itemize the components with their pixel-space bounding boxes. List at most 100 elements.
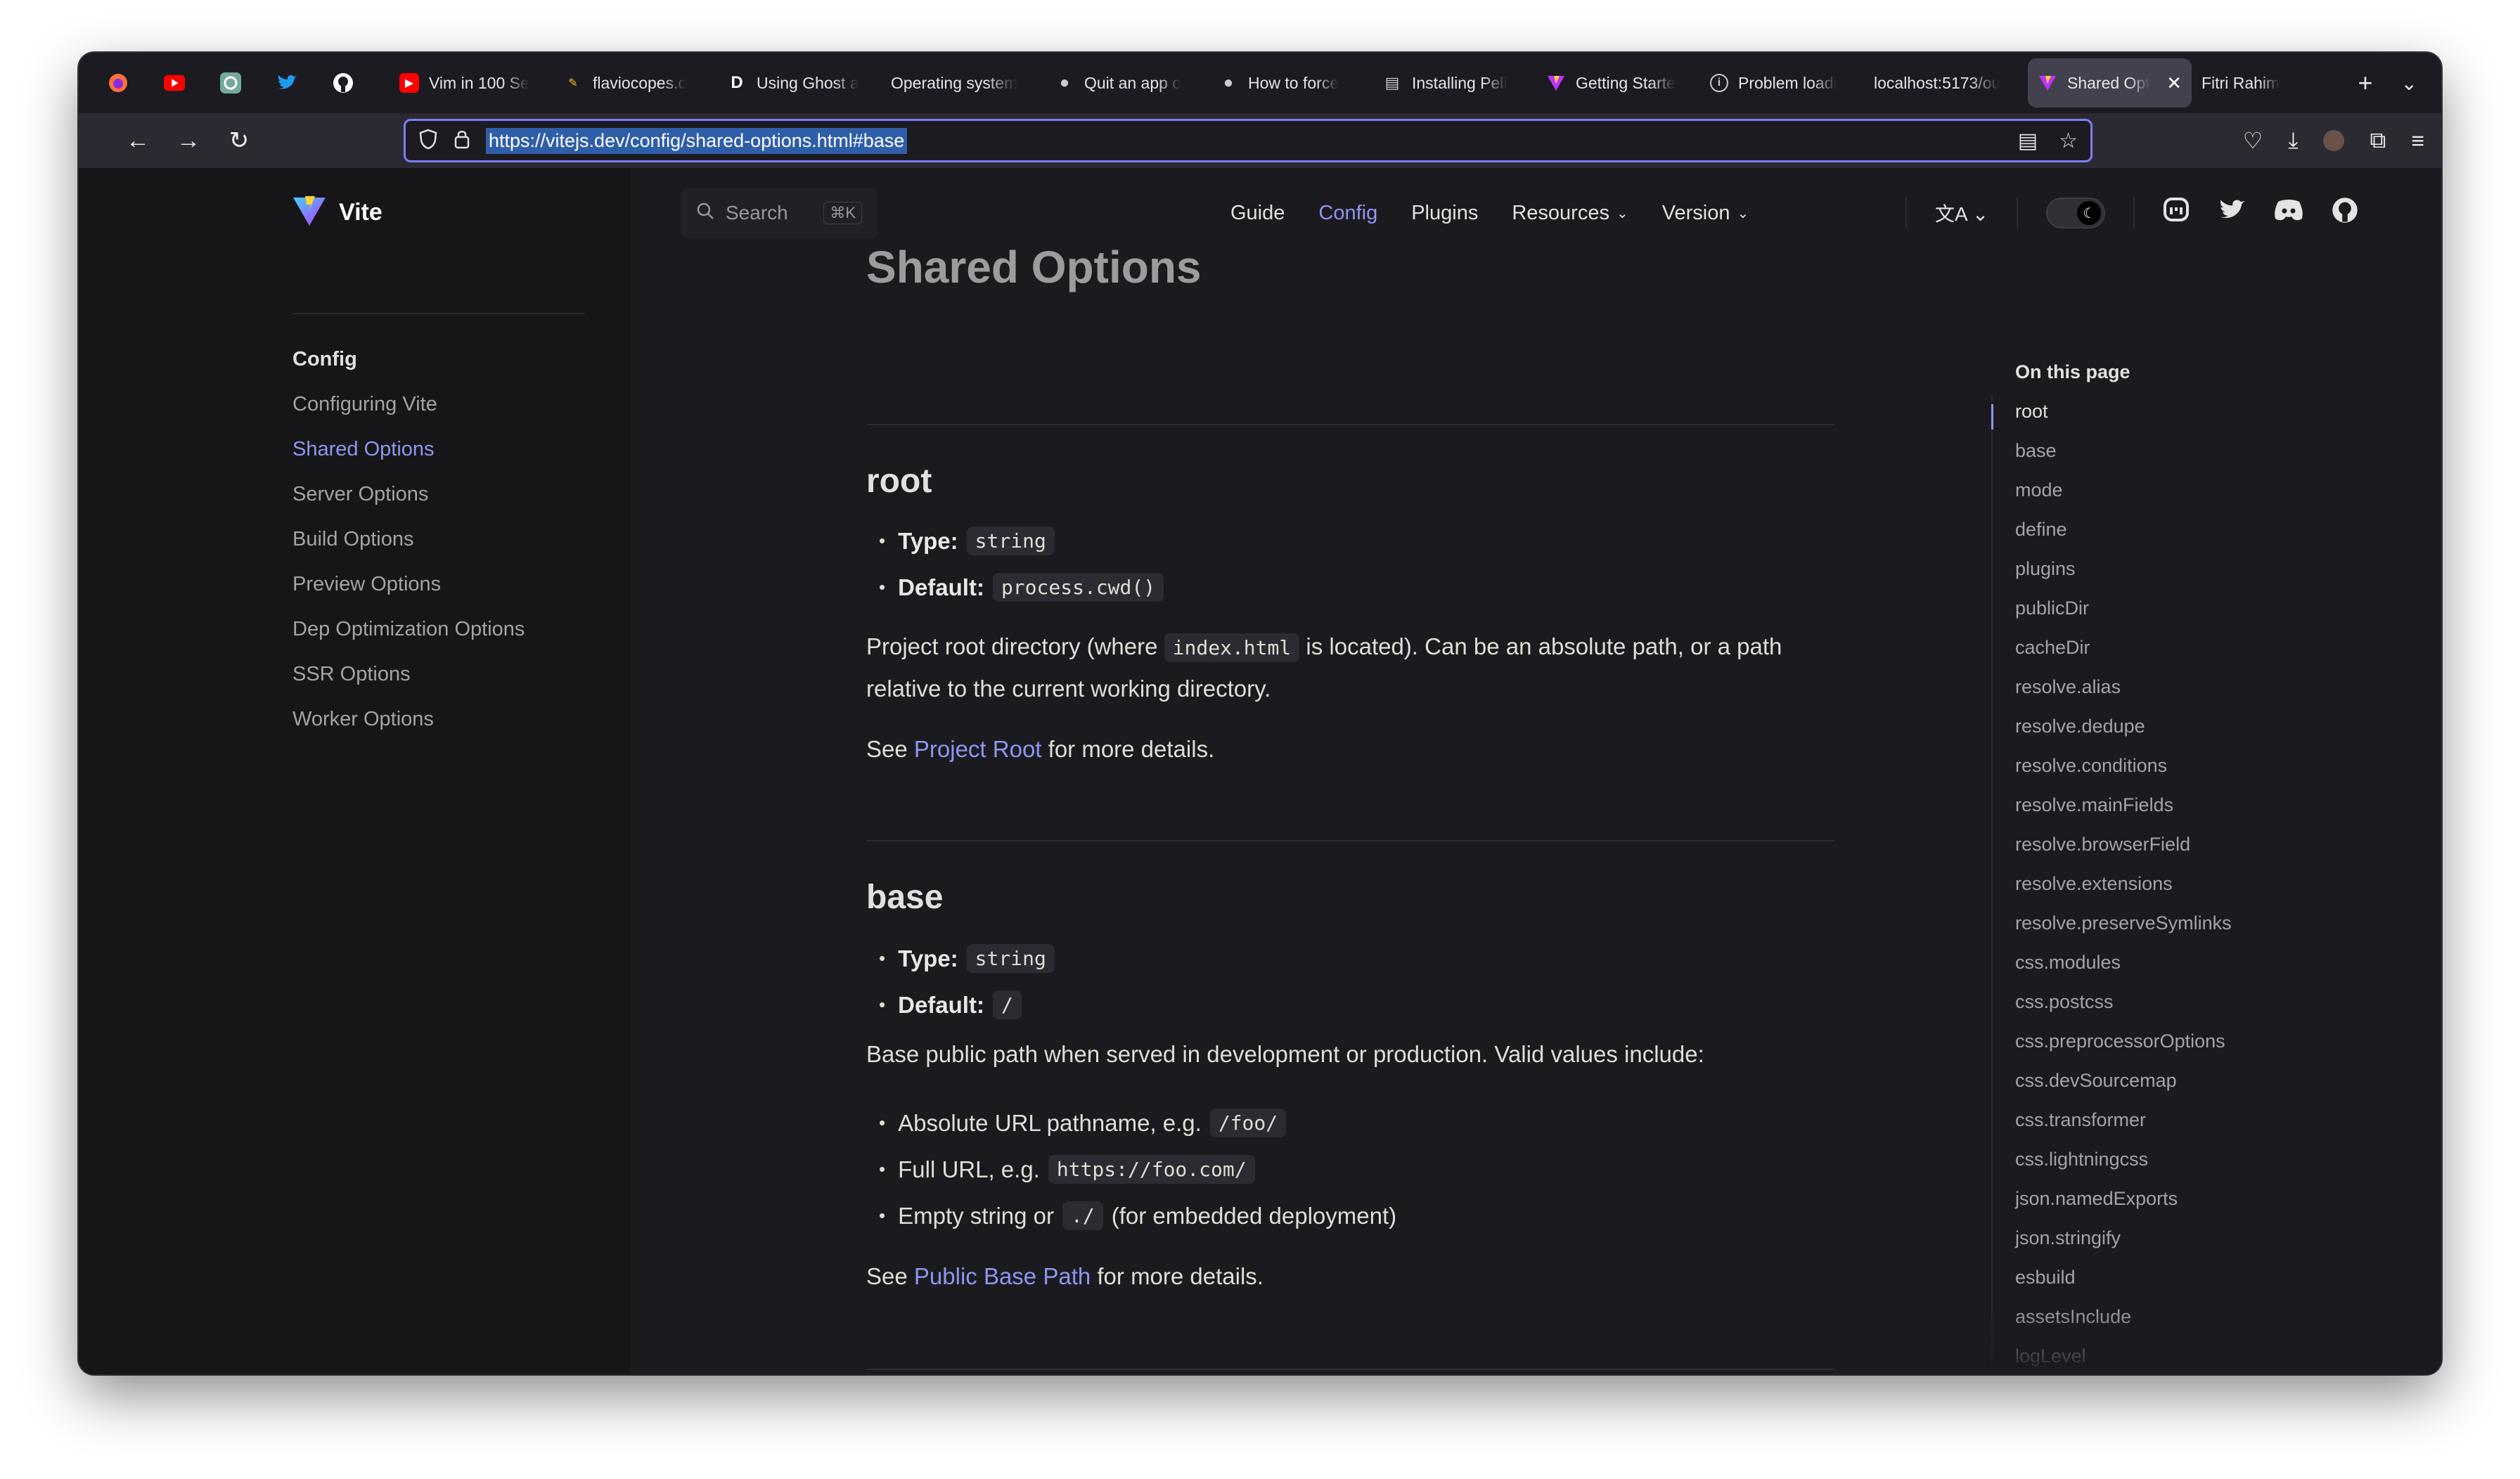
pinned-tab-youtube[interactable] (146, 53, 202, 113)
option-text: Full URL, e.g. (898, 1156, 1040, 1182)
close-tab-icon[interactable]: ✕ (2166, 72, 2182, 94)
sidebar-item-configuring-vite[interactable]: Configuring Vite (292, 382, 525, 427)
url-text[interactable]: https://vitejs.dev/config/shared-options… (486, 127, 908, 154)
reader-view-icon[interactable]: ▤ (2018, 129, 2038, 153)
bookmark-star-icon[interactable]: ☆ (2059, 129, 2078, 153)
vite-icon (1546, 73, 1566, 93)
sidebar-item-preview-options[interactable]: Preview Options (292, 562, 525, 607)
sidebar-item-shared-options[interactable]: Shared Options (292, 427, 525, 472)
outline-entry-cachedir[interactable]: cacheDir (1991, 628, 2287, 667)
tab-ghost[interactable]: D Using Ghost a (717, 58, 881, 108)
sidebar-item-ssr-options[interactable]: SSR Options (292, 652, 525, 697)
appearance-toggle[interactable]: ☾ (2046, 198, 2106, 228)
github-icon[interactable] (2332, 197, 2358, 230)
tracking-protection-icon[interactable] (418, 129, 438, 153)
tab-operating-system[interactable]: Operating system (881, 58, 1045, 108)
option-post: (for embedded deployment) (1111, 1202, 1397, 1229)
public-base-path-link[interactable]: Public Base Path (914, 1263, 1091, 1289)
extensions-icon[interactable]: ⧉ (2370, 127, 2386, 154)
back-icon[interactable]: ← (112, 115, 163, 166)
outline-entry-css-preprocessoroptions[interactable]: css.preprocessorOptions (1991, 1021, 2287, 1061)
outline-entry-mode[interactable]: mode (1991, 470, 2287, 510)
tab-force-quit[interactable]: ● How to force (1209, 58, 1372, 108)
tab-getting-started[interactable]: Getting Starte (1536, 58, 1700, 108)
tab-shared-options[interactable]: Shared Opt ✕ (2028, 58, 2192, 108)
outline-entry-esbuild[interactable]: esbuild (1991, 1258, 2287, 1297)
base-option-empty: • Empty string or ./ (for embedded deplo… (879, 1201, 1396, 1230)
outline-entry-resolve-conditions[interactable]: resolve.conditions (1991, 746, 2287, 785)
outline-entry-css-postcss[interactable]: css.postcss (1991, 982, 2287, 1021)
outline-entry-resolve-mainfields[interactable]: resolve.mainFields (1991, 785, 2287, 825)
discord-icon[interactable] (2274, 199, 2303, 228)
sidebar-group-title: Config (292, 348, 357, 370)
site-brand[interactable]: Vite (292, 195, 382, 231)
pinned-tab-chatgpt[interactable] (202, 53, 259, 113)
option-code: ./ (1062, 1201, 1103, 1230)
sidebar-item-worker-options[interactable]: Worker Options (292, 697, 525, 742)
tab-flaviocopes[interactable]: ✎ flaviocopes.c (553, 58, 717, 108)
root-see-also: See Project Root for more details. (866, 729, 1834, 770)
default-label: Default: (898, 574, 984, 600)
twitter-icon[interactable] (2218, 198, 2246, 228)
outline-entry-plugins[interactable]: plugins (1991, 549, 2287, 588)
tab-fitri-rahim[interactable]: Fitri Rahim (2192, 58, 2355, 108)
lock-icon[interactable] (454, 129, 470, 153)
outline-entry-base[interactable]: base (1991, 431, 2287, 470)
pinned-tab-twitter[interactable] (259, 53, 315, 113)
tab-label: Problem loadi (1738, 73, 1837, 92)
section-divider (866, 840, 1834, 841)
outline-entry-resolve-dedupe[interactable]: resolve.dedupe (1991, 706, 2287, 746)
reload-icon[interactable]: ↻ (214, 115, 264, 166)
nav-extra: 文A ⌄ ☾ (1905, 168, 2358, 258)
sidebar-item-dep-optimization-options[interactable]: Dep Optimization Options (292, 607, 525, 652)
youtube-icon: ▶ (399, 73, 419, 93)
list-all-tabs-icon[interactable]: ⌄ (2401, 72, 2417, 95)
url-bar[interactable]: https://vitejs.dev/config/shared-options… (404, 119, 2092, 162)
new-tab-icon[interactable]: + (2358, 68, 2373, 98)
outline-entry-css-transformer[interactable]: css.transformer (1991, 1100, 2287, 1139)
outline-entry-css-devsourcemap[interactable]: css.devSourcemap (1991, 1061, 2287, 1100)
outline-entry-css-modules[interactable]: css.modules (1991, 943, 2287, 982)
tab-vim[interactable]: ▶ Vim in 100 Se (390, 58, 553, 108)
bullet: • (879, 1158, 886, 1180)
see-pre: See (866, 736, 914, 762)
tab-label: Quit an app o (1084, 73, 1182, 92)
tab-quit-app[interactable]: ● Quit an app o (1045, 58, 1209, 108)
project-root-link[interactable]: Project Root (914, 736, 1042, 762)
tab-installing-pelican[interactable]: ▤ Installing Peli (1372, 58, 1536, 108)
forward-icon[interactable]: → (163, 115, 214, 166)
outline-entry-define[interactable]: define (1991, 510, 2287, 549)
translate-icon[interactable]: 文A ⌄ (1935, 199, 1988, 227)
chatgpt-icon (220, 72, 241, 93)
tab-problem-loading[interactable]: i Problem loadi (1700, 58, 1864, 108)
pinned-tab-firefox[interactable] (90, 53, 146, 113)
pinned-tab-github[interactable] (315, 53, 371, 113)
mastodon-icon[interactable] (2163, 197, 2190, 230)
see-post: for more details. (1041, 736, 1215, 762)
tab-localhost[interactable]: localhost:5173/ou (1864, 58, 2028, 108)
pocket-icon[interactable]: ♡ (2243, 127, 2263, 154)
outline-entry-resolve-extensions[interactable]: resolve.extensions (1991, 864, 2287, 903)
root-desc-code: index.html (1164, 633, 1300, 662)
apple-icon: ● (1059, 73, 1070, 92)
search-button[interactable]: Search ⌘K (681, 188, 878, 238)
outline-entry-json-stringify[interactable]: json.stringify (1991, 1218, 2287, 1258)
sidebar-item-build-options[interactable]: Build Options (292, 517, 525, 562)
sidebar-item-server-options[interactable]: Server Options (292, 472, 525, 517)
outline-entry-publicdir[interactable]: publicDir (1991, 588, 2287, 628)
menu-icon[interactable]: ≡ (2411, 128, 2424, 154)
bullet: • (879, 1205, 886, 1226)
outline-entry-css-lightningcss[interactable]: css.lightningcss (1991, 1139, 2287, 1179)
outline-entry-root[interactable]: root (1991, 392, 2287, 431)
downloads-icon[interactable]: ⤓ (2288, 127, 2298, 154)
brand-name: Vite (339, 199, 382, 226)
outline-entry-resolve-preservesymlinks[interactable]: resolve.preserveSymlinks (1991, 903, 2287, 943)
firefox-icon (108, 72, 129, 93)
tab-label: Installing Peli (1412, 73, 1508, 92)
account-avatar[interactable] (2323, 130, 2345, 151)
outline-entry-json-namedexports[interactable]: json.namedExports (1991, 1179, 2287, 1218)
outline-entry-resolve-browserfield[interactable]: resolve.browserField (1991, 825, 2287, 864)
youtube-icon (164, 72, 185, 93)
outline-entry-resolve-alias[interactable]: resolve.alias (1991, 667, 2287, 706)
base-option-full-url: • Full URL, e.g. https://foo.com/ (879, 1155, 1255, 1184)
